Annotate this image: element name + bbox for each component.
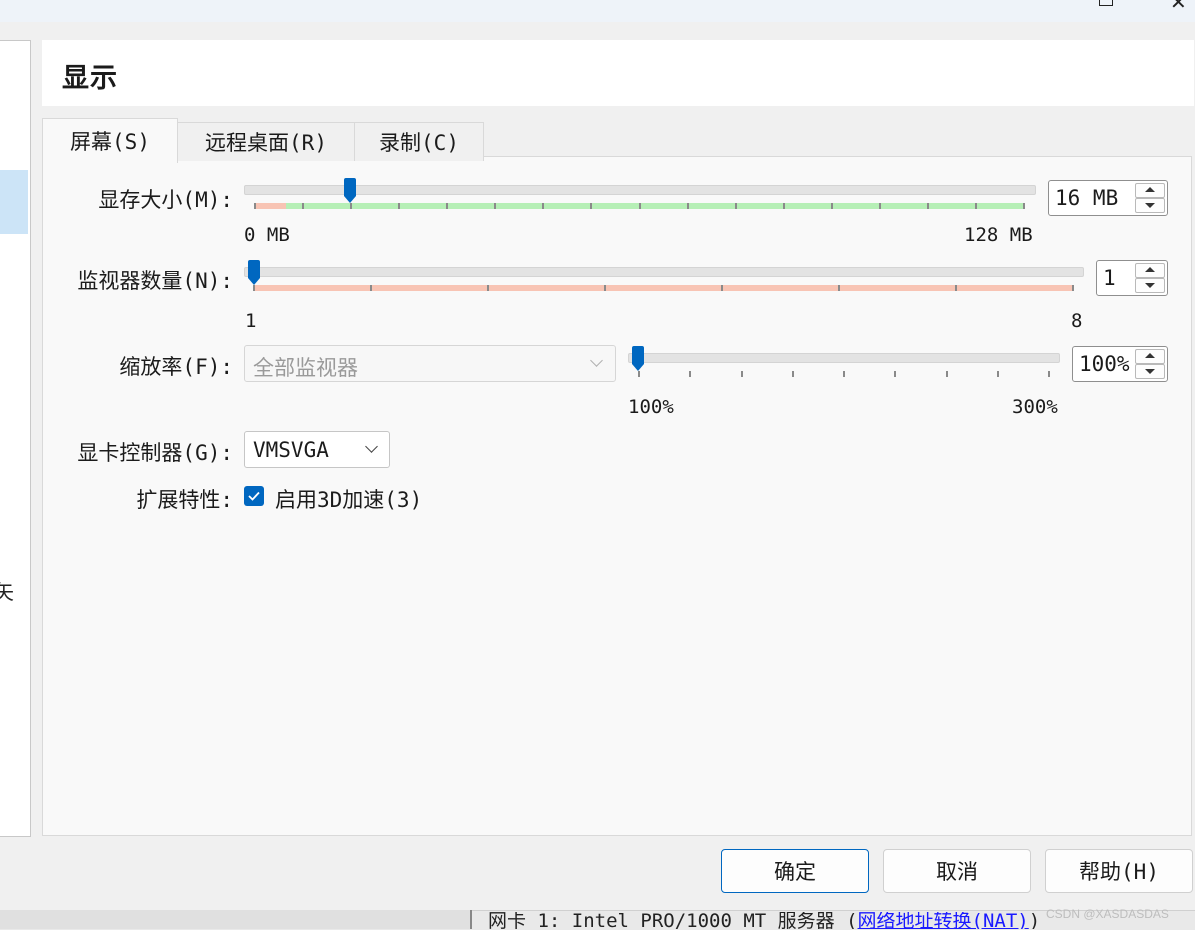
page-header: 显示 xyxy=(42,40,1194,106)
checkmark-icon xyxy=(248,491,260,501)
tab-recording[interactable]: 录制(C) xyxy=(354,122,484,161)
arrow-down-icon xyxy=(1145,203,1155,208)
tick-mark xyxy=(590,203,593,209)
tab-remote-display[interactable]: 远程桌面(R) xyxy=(177,122,355,161)
scale-factor-spinbox[interactable]: 100% xyxy=(1072,346,1168,382)
video-memory-slider-thumb[interactable] xyxy=(343,178,357,204)
settings-category-list xyxy=(0,40,31,837)
tick-mark xyxy=(494,203,497,209)
scale-factor-value[interactable]: 100% xyxy=(1079,352,1130,376)
settings-category-selected[interactable] xyxy=(0,170,28,234)
video-memory-max-label: 128 MB xyxy=(964,224,1033,246)
chevron-down-icon xyxy=(365,440,378,453)
scale-factor-slider-thumb[interactable] xyxy=(631,346,645,372)
graphics-controller-value: VMSVGA xyxy=(253,438,329,462)
status-bar-divider xyxy=(470,910,472,929)
ok-button[interactable]: 确定 xyxy=(721,849,869,893)
spin-up-button[interactable] xyxy=(1135,183,1165,198)
tick-mark xyxy=(945,371,948,377)
video-memory-slider-track[interactable] xyxy=(244,185,1036,195)
video-memory-range-valid xyxy=(286,203,1024,209)
monitor-select-dropdown[interactable]: 全部监视器 xyxy=(244,345,616,382)
tick-mark xyxy=(838,285,840,291)
tick-mark xyxy=(1048,371,1050,377)
scale-factor-max-label: 300% xyxy=(1012,396,1058,418)
network-adapter-text: 网卡 1: Intel PRO/1000 MT 服务器 ( xyxy=(488,912,858,929)
video-memory-value[interactable]: 16 MB xyxy=(1055,186,1118,210)
tick-mark xyxy=(689,371,692,377)
tick-mark xyxy=(542,203,545,209)
tick-mark xyxy=(302,203,305,209)
monitor-count-slider-thumb[interactable] xyxy=(247,260,261,286)
video-memory-spinbox[interactable]: 16 MB xyxy=(1048,180,1168,216)
spin-down-button[interactable] xyxy=(1135,364,1165,379)
tick-mark xyxy=(740,371,743,377)
chevron-down-icon xyxy=(590,354,603,367)
tick-mark xyxy=(926,203,929,209)
tick-mark xyxy=(734,203,737,209)
tick-mark xyxy=(638,203,641,209)
monitor-count-max-label: 8 xyxy=(1071,310,1083,332)
scale-factor-slider-track[interactable] xyxy=(628,353,1060,363)
title-bar xyxy=(0,0,1195,22)
close-icon[interactable]: ✕ xyxy=(1170,0,1187,14)
spin-down-button[interactable] xyxy=(1135,198,1165,213)
settings-category-label[interactable]: 矢 xyxy=(0,576,14,605)
tick-mark xyxy=(254,203,256,209)
spin-down-button[interactable] xyxy=(1135,278,1165,293)
arrow-up-icon xyxy=(1145,267,1155,272)
tick-mark xyxy=(878,203,881,209)
tick-mark xyxy=(487,285,489,291)
help-button[interactable]: 帮助(H) xyxy=(1045,849,1193,893)
tab-screen[interactable]: 屏幕(S) xyxy=(42,118,178,163)
scale-factor-label: 缩放率(F): xyxy=(119,355,233,379)
arrow-down-icon xyxy=(1145,283,1155,288)
monitor-count-min-label: 1 xyxy=(245,310,257,332)
tick-mark xyxy=(996,371,999,377)
maximize-icon[interactable] xyxy=(1099,0,1113,6)
graphics-controller-dropdown[interactable]: VMSVGA xyxy=(244,431,390,468)
tick-mark xyxy=(686,203,689,209)
tick-mark xyxy=(830,203,833,209)
monitor-select-value: 全部监视器 xyxy=(253,356,358,380)
arrow-down-icon xyxy=(1145,369,1155,374)
video-memory-range-invalid xyxy=(254,203,286,209)
watermark: CSDN @XASDASDAS xyxy=(1046,907,1169,921)
tick-mark xyxy=(721,285,723,291)
tick-mark xyxy=(604,285,606,291)
arrow-up-icon xyxy=(1145,187,1155,192)
monitor-count-spinbox[interactable]: 1 xyxy=(1096,260,1168,296)
monitor-count-range xyxy=(254,285,1072,291)
arrow-up-icon xyxy=(1145,353,1155,358)
tick-mark xyxy=(791,371,794,377)
page-title: 显示 xyxy=(62,63,118,94)
extended-features-label: 扩展特性: xyxy=(136,488,233,512)
video-memory-min-label: 0 MB xyxy=(244,224,290,246)
tick-mark xyxy=(1023,203,1025,209)
network-adapter-suffix: ) xyxy=(1028,912,1041,929)
monitor-count-label: 监视器数量(N): xyxy=(77,269,233,293)
spin-up-button[interactable] xyxy=(1135,263,1165,278)
tick-mark xyxy=(446,203,449,209)
tick-mark xyxy=(782,203,785,209)
tick-mark xyxy=(894,371,897,377)
tick-mark xyxy=(843,371,845,377)
cancel-button[interactable]: 取消 xyxy=(883,849,1031,893)
enable-3d-acceleration-label[interactable]: 启用3D加速(3) xyxy=(275,484,422,514)
nat-link[interactable]: 网络地址转换(NAT) xyxy=(858,912,1029,929)
network-adapter-status: 网卡 1: Intel PRO/1000 MT 服务器 (网络地址转换(NAT)… xyxy=(488,912,1040,929)
monitor-count-value[interactable]: 1 xyxy=(1103,266,1116,290)
spin-up-button[interactable] xyxy=(1135,349,1165,364)
tick-mark xyxy=(370,285,372,291)
graphics-controller-label: 显卡控制器(G): xyxy=(77,441,233,465)
tick-mark xyxy=(955,285,957,291)
status-bar-left xyxy=(0,910,470,929)
tick-mark xyxy=(974,203,977,209)
tick-mark xyxy=(1072,285,1074,291)
video-memory-label: 显存大小(M): xyxy=(98,188,233,212)
monitor-count-slider-track[interactable] xyxy=(244,267,1084,277)
enable-3d-acceleration-checkbox[interactable] xyxy=(244,486,264,506)
tick-mark xyxy=(398,203,401,209)
scale-factor-min-label: 100% xyxy=(628,396,674,418)
